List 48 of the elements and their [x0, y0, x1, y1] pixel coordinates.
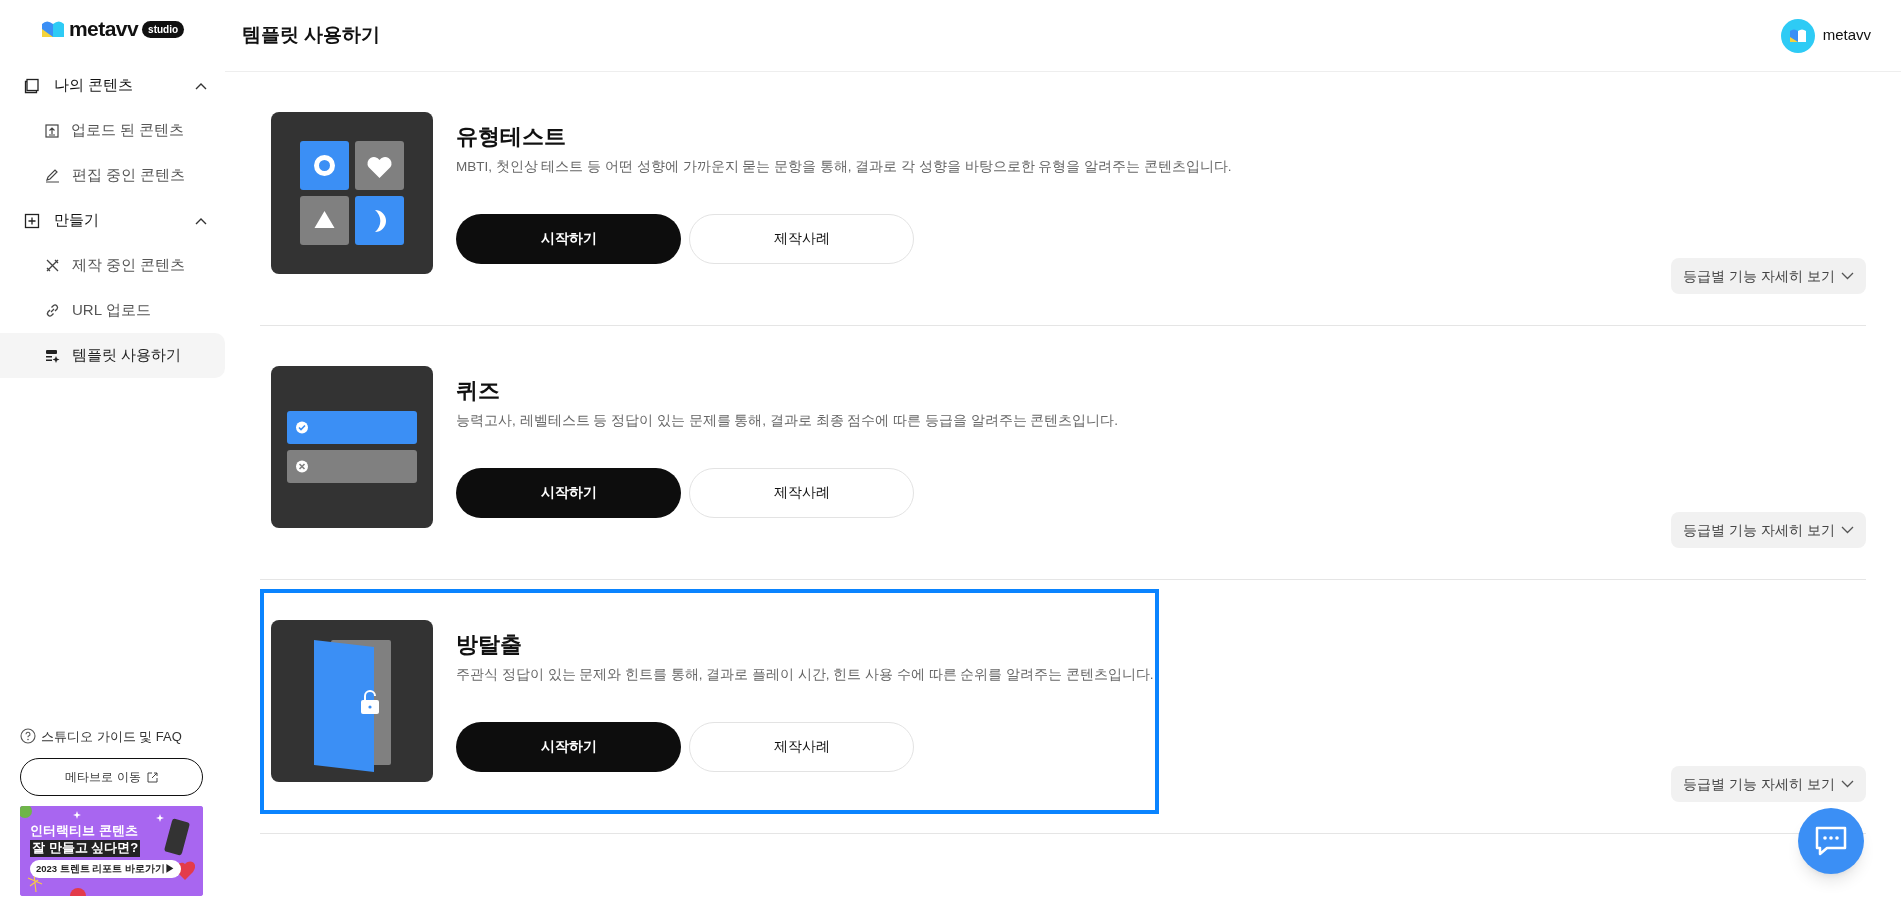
chevron-down-icon — [1841, 526, 1854, 534]
sidebar-item[interactable]: 제작 중인 콘텐츠 — [0, 243, 225, 288]
example-button[interactable]: 제작사례 — [689, 721, 914, 772]
tools-icon — [45, 258, 60, 273]
sidebar-group[interactable]: 만들기 — [0, 198, 225, 243]
avatar-icon[interactable] — [1780, 18, 1815, 53]
external-link-icon — [146, 771, 158, 783]
banner-headline: 잘 만들고 싶다면? — [30, 840, 141, 857]
details-button[interactable]: 등급별 기능 자세히 보기 — [1671, 512, 1866, 548]
page-title: 템플릿 사용하기 — [242, 23, 381, 48]
start-button[interactable]: 시작하기 — [456, 467, 681, 518]
banner-headline: 인터랙티브 콘텐츠 — [30, 824, 138, 838]
chevron-icon — [195, 81, 207, 90]
book-icon — [24, 77, 40, 94]
upload-icon — [45, 123, 59, 138]
sidebar-item[interactable]: 업로드 된 콘텐츠 — [0, 108, 225, 153]
template-icon — [45, 348, 60, 363]
chevron-down-icon — [1841, 780, 1854, 788]
template-description: MBTI, 첫인상 테스트 등 어떤 성향에 가까운지 묻는 문항을 통해, 결과로 각 성향을 바탕으로한 유형을 알려주는 콘텐츠입니다. — [456, 158, 1232, 177]
user-name[interactable]: metavv — [1822, 24, 1871, 47]
chat-icon — [1814, 826, 1848, 856]
template-description: 능력고사, 레벨테스트 등 정답이 있는 문제를 통해, 결과로 최종 점수에 따른 등급을 알려주는 콘텐츠입니다. — [456, 412, 1118, 431]
template-title: 방탈출 — [456, 631, 523, 660]
help-icon — [20, 728, 36, 745]
pencil-icon — [45, 168, 60, 183]
promo-banner[interactable]: 인터랙티브 콘텐츠 잘 만들고 싶다면? 2023 트렌트 리포트 바로가기▶ — [20, 806, 203, 896]
plus-square-icon — [24, 212, 40, 229]
example-button[interactable]: 제작사례 — [689, 467, 914, 518]
example-button[interactable]: 제작사례 — [689, 213, 914, 264]
logo-icon — [40, 20, 65, 38]
template-title: 퀴즈 — [456, 377, 501, 406]
logo-text: metavv — [68, 16, 139, 43]
chat-button[interactable] — [1798, 808, 1864, 874]
sidebar-item[interactable]: 템플릿 사용하기 — [0, 333, 225, 378]
logo-badge: studio — [142, 20, 185, 38]
template-title: 유형테스트 — [456, 123, 567, 152]
sidebar-group[interactable]: 나의 콘텐츠 — [0, 63, 225, 108]
chevron-down-icon — [1841, 272, 1854, 280]
details-button[interactable]: 등급별 기능 자세히 보기 — [1671, 258, 1866, 294]
guide-link[interactable]: 스튜디오 가이드 및 FAQ — [41, 726, 182, 746]
chevron-icon — [195, 216, 207, 225]
sidebar-item[interactable]: URL 업로드 — [0, 288, 225, 333]
sidebar-item[interactable]: 편집 중인 콘텐츠 — [0, 153, 225, 198]
details-button[interactable]: 등급별 기능 자세히 보기 — [1671, 766, 1866, 802]
start-button[interactable]: 시작하기 — [456, 721, 681, 772]
start-button[interactable]: 시작하기 — [456, 213, 681, 264]
template-description: 주관식 정답이 있는 문제와 힌트를 통해, 결과로 플레이 시간, 힌트 사용 수에 따른 순위를 알려주는 콘텐츠입니다. — [456, 666, 1154, 685]
link-icon — [45, 303, 60, 318]
